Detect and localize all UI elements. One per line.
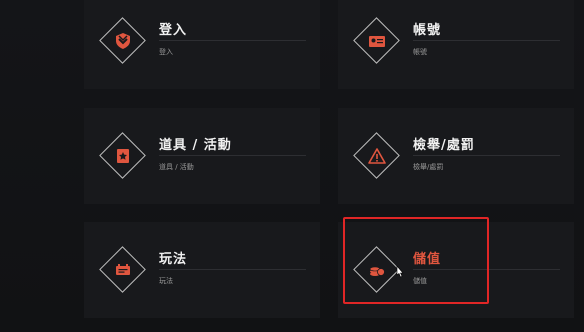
divider [159, 40, 306, 41]
mouse-pointer-icon [396, 265, 404, 278]
category-subtitle: 道具 / 活動 [159, 163, 194, 171]
category-title: 檢舉/處罰 [413, 138, 475, 153]
category-card-report-penalty[interactable]: 檢舉/處罰 檢舉/處罰 [338, 108, 574, 204]
category-title: 玩法 [159, 252, 188, 267]
category-title: 登入 [159, 23, 188, 38]
event-book-icon [117, 149, 129, 163]
category-card-account[interactable]: 帳號 帳號 [338, 0, 574, 89]
category-icon-frame [99, 246, 147, 294]
id-card-icon [369, 36, 385, 47]
category-title: 道具 / 活動 [159, 138, 232, 153]
login-shield-icon [116, 33, 130, 49]
category-icon-frame [99, 17, 147, 65]
category-icon-frame [99, 132, 147, 180]
category-subtitle: 帳號 [413, 48, 427, 56]
category-card-items-events[interactable]: 道具 / 活動 道具 / 活動 [84, 108, 320, 204]
warning-icon [368, 148, 386, 164]
category-subtitle: 儲值 [413, 277, 427, 285]
category-title: 儲值 [413, 252, 442, 267]
category-subtitle: 登入 [159, 48, 173, 56]
category-card-gameplay[interactable]: 玩法 玩法 [84, 222, 320, 318]
divider [159, 269, 306, 270]
divider [413, 269, 560, 270]
category-icon-frame [353, 132, 401, 180]
divider [413, 40, 560, 41]
category-card-topup[interactable]: 儲值 儲值 [338, 222, 574, 318]
coins-icon [369, 266, 385, 276]
category-card-login[interactable]: 登入 登入 [84, 0, 320, 89]
category-subtitle: 玩法 [159, 277, 173, 285]
support-category-page: 登入 登入 帳號 帳號 道具 / 活動 道具 / 活動 檢舉/處罰 檢舉/處罰 … [0, 0, 584, 332]
divider [159, 155, 306, 156]
gameplay-ticket-icon [116, 264, 130, 275]
category-subtitle: 檢舉/處罰 [413, 163, 444, 171]
category-icon-frame [353, 17, 401, 65]
divider [413, 155, 560, 156]
category-title: 帳號 [413, 23, 442, 38]
